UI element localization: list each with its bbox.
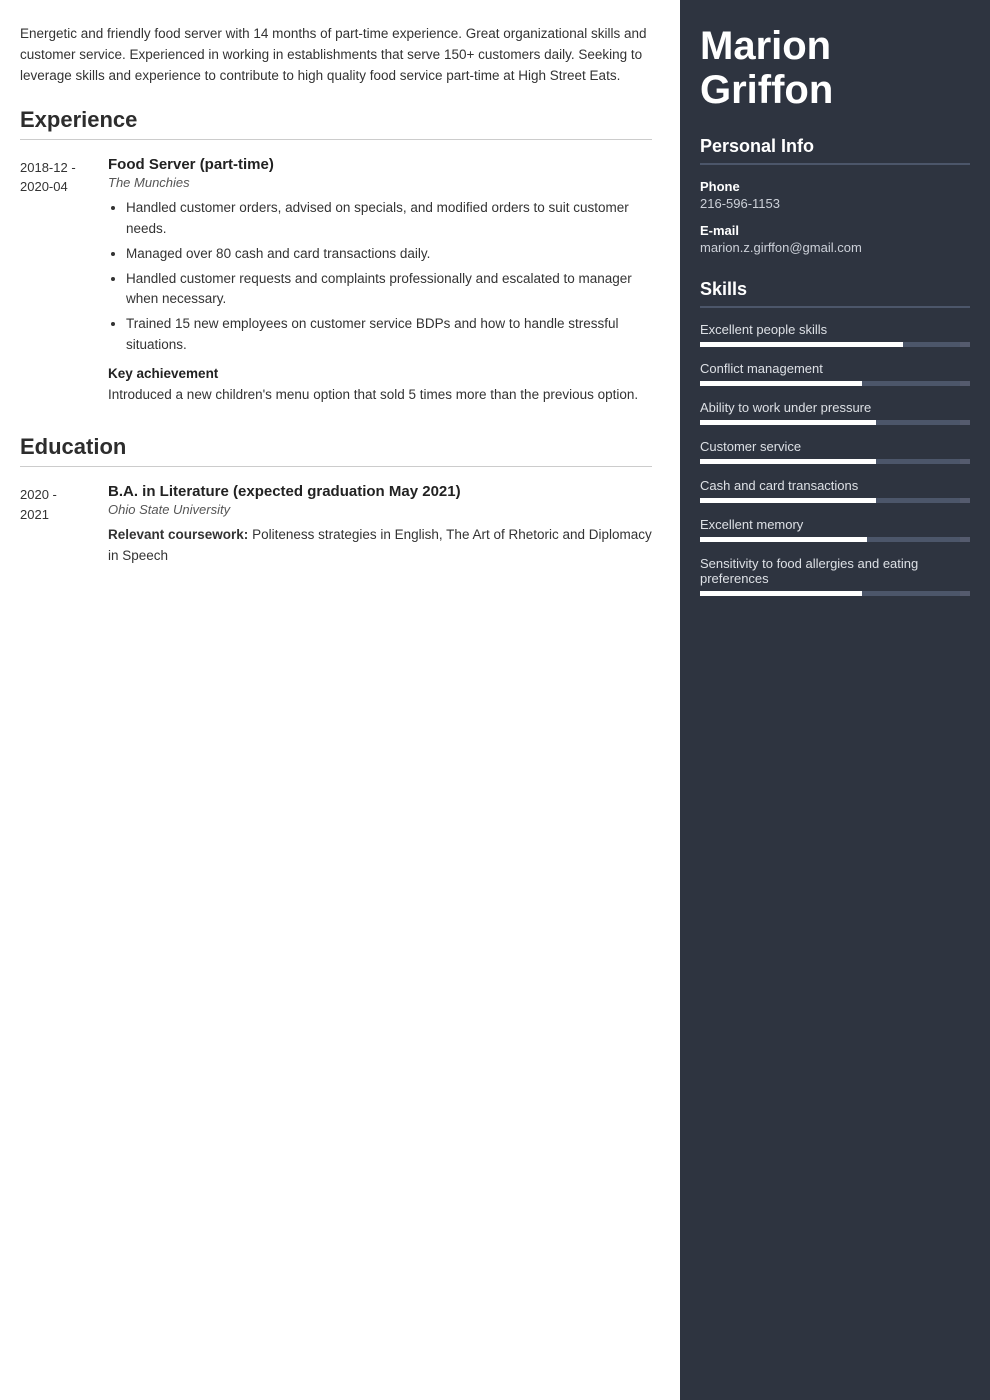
- skill-bar-fill-6: [700, 591, 862, 596]
- experience-section: Experience 2018-12 -2020-04 Food Server …: [20, 107, 652, 406]
- bullet-item: Handled customer orders, advised on spec…: [126, 198, 652, 240]
- name-last: Griffon: [700, 68, 970, 112]
- skill-name-2: Ability to work under pressure: [700, 400, 970, 415]
- resume-container: Energetic and friendly food server with …: [0, 0, 990, 1400]
- email-label: E-mail: [700, 223, 970, 238]
- email-value: marion.z.girffon@gmail.com: [700, 240, 970, 255]
- skill-bar-fill-0: [700, 342, 903, 347]
- personal-info-section: Personal Info Phone 216-596-1153 E-mail …: [700, 136, 970, 255]
- skills-section: Skills Excellent people skills Conflict m…: [700, 279, 970, 596]
- education-date: 2020 -2021: [20, 483, 92, 567]
- skill-name-4: Cash and card transactions: [700, 478, 970, 493]
- summary-text: Energetic and friendly food server with …: [20, 24, 652, 87]
- skill-name-1: Conflict management: [700, 361, 970, 376]
- skill-name-3: Customer service: [700, 439, 970, 454]
- bullet-item: Trained 15 new employees on customer ser…: [126, 314, 652, 356]
- coursework-line: Relevant coursework: Politeness strategi…: [108, 525, 652, 567]
- experience-org: The Munchies: [108, 175, 652, 190]
- skills-title: Skills: [700, 279, 970, 308]
- skill-name-6: Sensitivity to food allergies and eating…: [700, 556, 970, 586]
- phone-value: 216-596-1153: [700, 196, 970, 211]
- education-entry: 2020 -2021 B.A. in Literature (expected …: [20, 483, 652, 567]
- coursework-label: Relevant coursework:: [108, 527, 248, 542]
- skill-bar-dot-3: [960, 459, 970, 464]
- skill-bar-dot-6: [960, 591, 970, 596]
- skill-bar-fill-5: [700, 537, 867, 542]
- key-achievement-text: Introduced a new children's menu option …: [108, 385, 652, 406]
- skill-bar-0: [700, 342, 970, 347]
- skill-bar-2: [700, 420, 970, 425]
- education-content: B.A. in Literature (expected graduation …: [108, 483, 652, 567]
- key-achievement-label: Key achievement: [108, 366, 652, 381]
- skills-list: Excellent people skills Conflict manageme…: [700, 322, 970, 596]
- experience-content: Food Server (part-time) The Munchies Han…: [108, 156, 652, 406]
- skill-bar-5: [700, 537, 970, 542]
- skill-bar-dot-2: [960, 420, 970, 425]
- education-section: Education 2020 -2021 B.A. in Literature …: [20, 434, 652, 567]
- bullet-item: Managed over 80 cash and card transactio…: [126, 244, 652, 265]
- skill-bar-fill-4: [700, 498, 876, 503]
- phone-label: Phone: [700, 179, 970, 194]
- experience-job-title: Food Server (part-time): [108, 156, 652, 173]
- bullet-item: Handled customer requests and complaints…: [126, 269, 652, 311]
- skill-bar-fill-1: [700, 381, 862, 386]
- skill-bar-dot-0: [960, 342, 970, 347]
- personal-info-title: Personal Info: [700, 136, 970, 165]
- skill-bar-fill-3: [700, 459, 876, 464]
- skill-name-5: Excellent memory: [700, 517, 970, 532]
- name-block: Marion Griffon: [700, 24, 970, 112]
- education-degree-title: B.A. in Literature (expected graduation …: [108, 483, 652, 500]
- skill-name-0: Excellent people skills: [700, 322, 970, 337]
- skill-bar-dot-5: [960, 537, 970, 542]
- skill-bar-dot-4: [960, 498, 970, 503]
- name-first: Marion: [700, 24, 970, 68]
- skill-bar-6: [700, 591, 970, 596]
- skill-bar-4: [700, 498, 970, 503]
- experience-date: 2018-12 -2020-04: [20, 156, 92, 406]
- education-org: Ohio State University: [108, 502, 652, 517]
- right-column: Marion Griffon Personal Info Phone 216-5…: [680, 0, 990, 1400]
- education-title: Education: [20, 434, 652, 467]
- left-column: Energetic and friendly food server with …: [0, 0, 680, 1400]
- experience-title: Experience: [20, 107, 652, 140]
- skill-bar-3: [700, 459, 970, 464]
- skill-bar-1: [700, 381, 970, 386]
- skill-bar-fill-2: [700, 420, 876, 425]
- skill-bar-dot-1: [960, 381, 970, 386]
- experience-entry: 2018-12 -2020-04 Food Server (part-time)…: [20, 156, 652, 406]
- experience-bullets: Handled customer orders, advised on spec…: [108, 198, 652, 356]
